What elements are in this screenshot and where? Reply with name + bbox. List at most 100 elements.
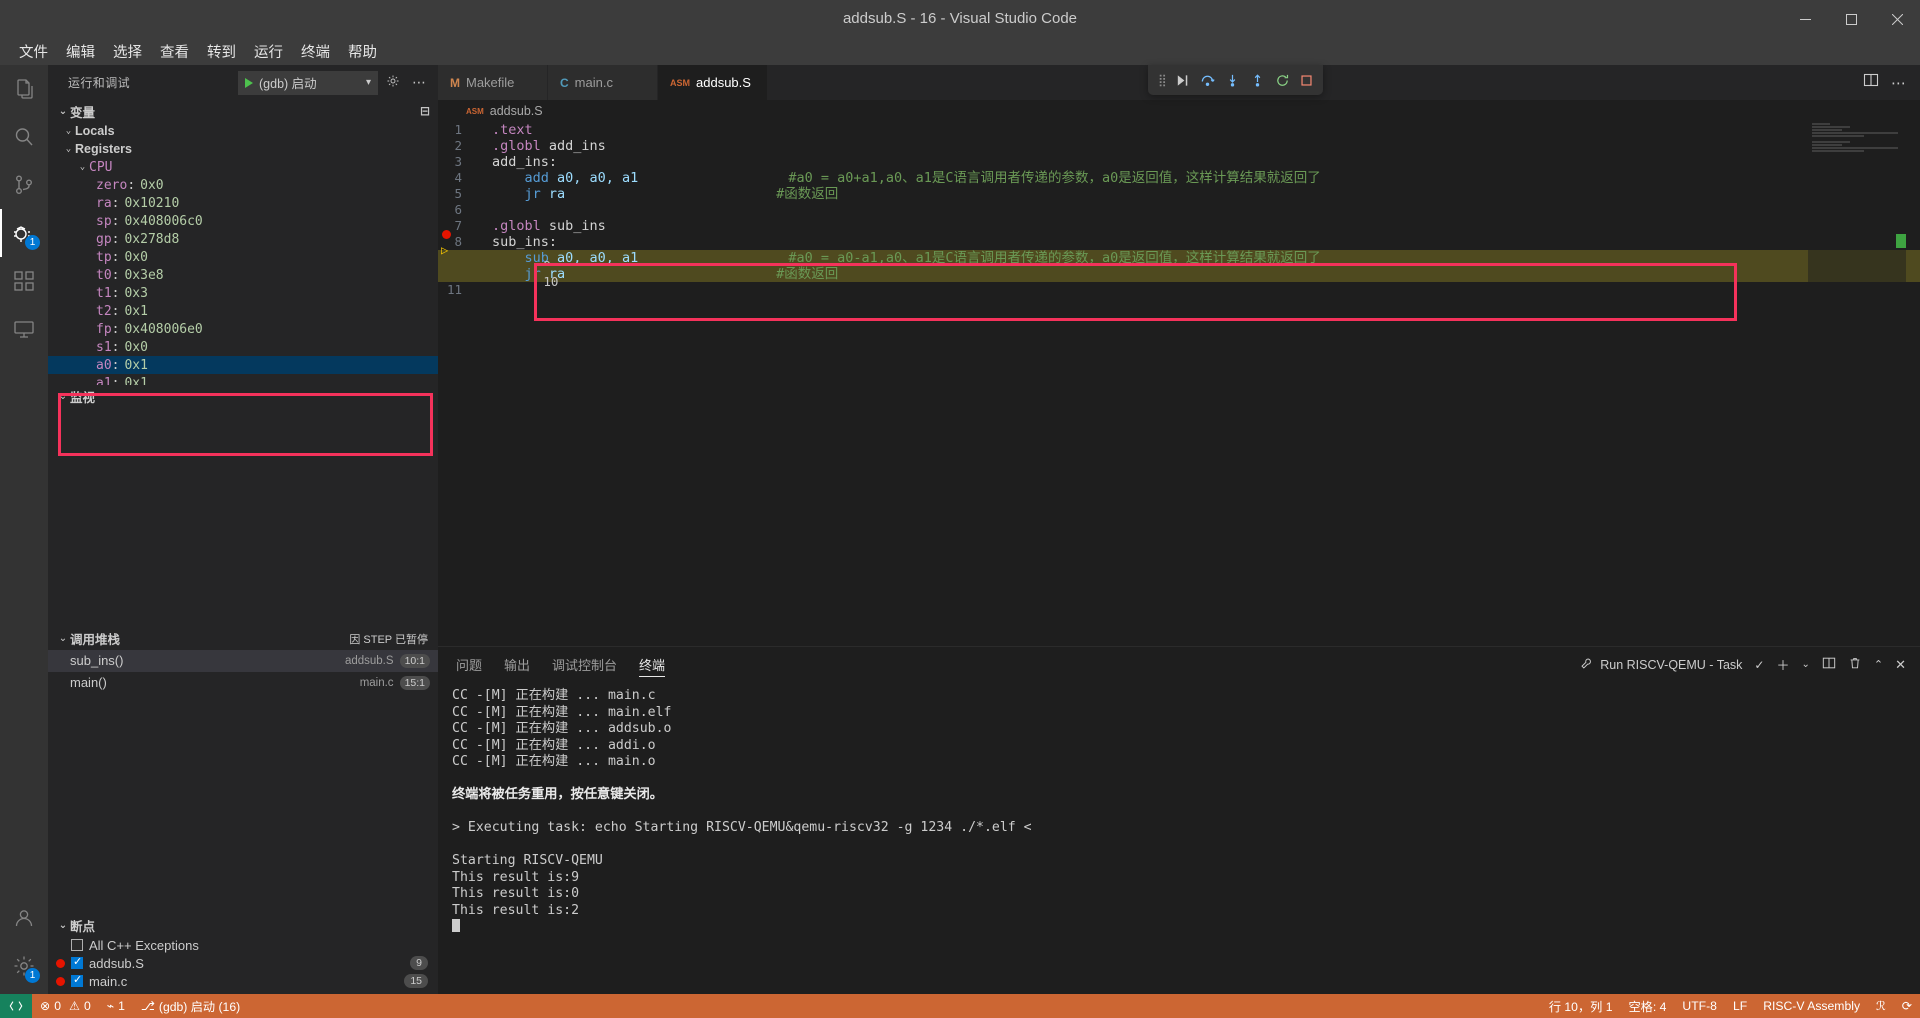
tree-group-registers[interactable]: ⌄ Registers xyxy=(48,140,438,158)
split-editor-icon[interactable] xyxy=(1863,72,1879,93)
status-ports[interactable]: ⌁ 1 xyxy=(99,994,133,1018)
callstack-frame[interactable]: main() main.c 15:1 xyxy=(48,672,438,694)
more-actions-icon[interactable]: ⋯ xyxy=(1891,74,1906,92)
breakpoint-checkbox[interactable] xyxy=(71,939,83,951)
code-line[interactable]: 2 .globl add_ins xyxy=(438,138,1920,154)
menu-file[interactable]: 文件 xyxy=(10,38,57,65)
code-line-current[interactable]: ▷ 10 jr ra#函数返回 xyxy=(438,266,1920,282)
status-cursor-position[interactable]: 行 10，列 1 xyxy=(1541,994,1621,1018)
activity-explorer[interactable] xyxy=(0,65,48,113)
tab-output[interactable]: 输出 xyxy=(504,647,530,682)
activity-run-and-debug[interactable]: 1 xyxy=(0,209,48,257)
breakpoint-dot-icon[interactable] xyxy=(442,230,451,239)
drag-handle-icon[interactable]: ⣿ xyxy=(1158,73,1165,87)
code-line[interactable]: 8 sub_ins: xyxy=(438,234,1920,250)
menu-terminal[interactable]: 终端 xyxy=(292,38,339,65)
watch-header[interactable]: ⌄ 监视 xyxy=(48,385,438,407)
code-line[interactable]: 4 add a0, a0, a1#a0 = a0+a1,a0、a1是C语言调用者… xyxy=(438,170,1920,186)
register-row-selected[interactable]: a0: 0x1 xyxy=(48,356,438,374)
breakpoint-item[interactable]: main.c 15 xyxy=(48,972,438,990)
tab-makefile[interactable]: M Makefile xyxy=(438,65,548,100)
minimize-button[interactable] xyxy=(1782,0,1828,38)
code-line[interactable]: 11 xyxy=(438,282,1920,298)
restart-icon[interactable] xyxy=(1275,73,1290,88)
launch-config-dropdown[interactable]: (gdb) 启动 ▾ xyxy=(238,71,378,95)
status-prettier-icon[interactable]: ℛ xyxy=(1868,994,1894,1018)
activity-source-control[interactable] xyxy=(0,161,48,209)
register-row[interactable]: zero: 0x0 xyxy=(48,176,438,194)
code-line[interactable]: 7 .globl sub_ins xyxy=(438,218,1920,234)
callstack-header[interactable]: ⌄ 调用堆栈 因 STEP 已暂停 xyxy=(48,628,438,650)
status-indentation[interactable]: 空格: 4 xyxy=(1620,994,1674,1018)
menu-view[interactable]: 查看 xyxy=(151,38,198,65)
activity-extensions[interactable] xyxy=(0,257,48,305)
register-row[interactable]: sp: 0x408006c0 xyxy=(48,212,438,230)
tab-terminal[interactable]: 终端 xyxy=(639,647,665,682)
tree-group-locals[interactable]: ⌄ Locals xyxy=(48,122,438,140)
breakpoint-item[interactable]: All C++ Exceptions xyxy=(48,936,438,954)
breakpoint-checkbox[interactable] xyxy=(71,957,83,969)
status-problems[interactable]: ⊗ 0 ⚠ 0 xyxy=(32,994,99,1018)
status-encoding[interactable]: UTF-8 xyxy=(1674,994,1725,1018)
register-row[interactable]: t0: 0x3e8 xyxy=(48,266,438,284)
status-notifications-icon[interactable]: ⟳ xyxy=(1894,994,1920,1018)
menu-run[interactable]: 运行 xyxy=(245,38,292,65)
maximize-panel-icon[interactable]: ⌃ xyxy=(1874,658,1883,671)
kill-terminal-icon[interactable] xyxy=(1848,656,1862,673)
code-line[interactable]: 3 add_ins: xyxy=(438,154,1920,170)
breakpoints-header[interactable]: ⌄ 断点 xyxy=(48,914,438,936)
callstack-frame[interactable]: sub_ins() addsub.S 10:1 xyxy=(48,650,438,672)
register-row[interactable]: fp: 0x408006e0 xyxy=(48,320,438,338)
sidebar-more-icon[interactable]: ⋯ xyxy=(408,74,430,91)
activity-accounts[interactable] xyxy=(0,894,48,942)
register-row[interactable]: ra: 0x10210 xyxy=(48,194,438,212)
start-debug-icon[interactable] xyxy=(245,78,253,88)
continue-icon[interactable] xyxy=(1175,73,1190,88)
terminal-dropdown-icon[interactable]: ⌄ xyxy=(1801,659,1809,670)
register-row[interactable]: s1: 0x0 xyxy=(48,338,438,356)
tree-group-cpu[interactable]: ⌄ CPU xyxy=(48,158,438,176)
register-row[interactable]: t1: 0x3 xyxy=(48,284,438,302)
code-line-breakpoint[interactable]: 9 sub a0, a0, a1#a0 = a0-a1,a0、a1是C语言调用者… xyxy=(438,250,1920,266)
register-row[interactable]: tp: 0x0 xyxy=(48,248,438,266)
tab-addsub-s[interactable]: ASM addsub.S xyxy=(658,65,768,100)
menu-help[interactable]: 帮助 xyxy=(339,38,386,65)
tab-main-c[interactable]: C main.c xyxy=(548,65,658,100)
register-row[interactable]: t2: 0x1 xyxy=(48,302,438,320)
register-row[interactable]: a1: 0x1 xyxy=(48,374,438,385)
register-row[interactable]: gp: 0x278d8 xyxy=(48,230,438,248)
status-language-mode[interactable]: RISC-V Assembly xyxy=(1755,994,1868,1018)
code-line[interactable]: 5 jr ra#函数返回 xyxy=(438,186,1920,202)
breakpoint-item[interactable]: addsub.S 9 xyxy=(48,954,438,972)
code-line[interactable]: 1 .text xyxy=(438,122,1920,138)
tab-debug-console[interactable]: 调试控制台 xyxy=(552,647,617,682)
maximize-button[interactable] xyxy=(1828,0,1874,38)
debug-config-gear-icon[interactable] xyxy=(382,74,404,91)
activity-remote-explorer[interactable] xyxy=(0,305,48,353)
close-panel-icon[interactable]: ✕ xyxy=(1895,657,1906,673)
new-terminal-icon[interactable]: ＋ xyxy=(1776,655,1789,674)
code-editor[interactable]: 1 .text 2 .globl add_ins 3 add_ins: 4 ad… xyxy=(438,122,1920,646)
menu-edit[interactable]: 编辑 xyxy=(57,38,104,65)
remote-indicator[interactable] xyxy=(0,994,32,1018)
code-line[interactable]: 6 xyxy=(438,202,1920,218)
activity-settings[interactable]: 1 xyxy=(0,942,48,990)
step-over-icon[interactable] xyxy=(1200,73,1215,88)
terminal-output[interactable]: CC -[M] 正在构建 ... main.c CC -[M] 正在构建 ...… xyxy=(438,682,1920,994)
menu-selection[interactable]: 选择 xyxy=(104,38,151,65)
activity-search[interactable] xyxy=(0,113,48,161)
minimap[interactable] xyxy=(1808,122,1906,646)
breadcrumb-file[interactable]: addsub.S xyxy=(490,104,543,118)
close-button[interactable] xyxy=(1874,0,1920,38)
active-terminal-name[interactable]: Run RISCV-QEMU - Task xyxy=(1580,657,1742,673)
tab-problems[interactable]: 问题 xyxy=(456,647,482,682)
menu-go[interactable]: 转到 xyxy=(198,38,245,65)
status-eol[interactable]: LF xyxy=(1725,994,1755,1018)
minimap-slider[interactable] xyxy=(1896,234,1906,248)
step-into-icon[interactable] xyxy=(1225,73,1240,88)
variables-header[interactable]: ⌄ 变量 ⊟ xyxy=(48,100,438,122)
breakpoint-checkbox[interactable] xyxy=(71,975,83,987)
stop-icon[interactable] xyxy=(1300,74,1313,87)
status-debug-session[interactable]: ⎇ (gdb) 启动 (16) xyxy=(133,994,248,1018)
split-terminal-icon[interactable] xyxy=(1822,656,1836,673)
